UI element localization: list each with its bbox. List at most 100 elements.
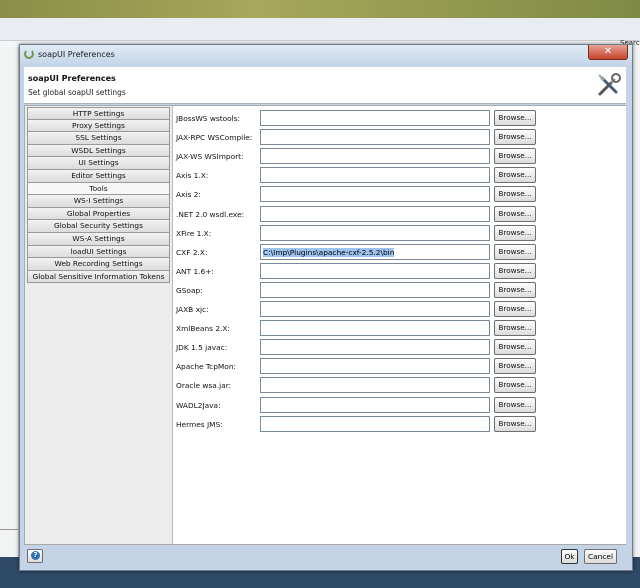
tool-path-input[interactable] [260, 339, 490, 356]
tab-loadui-settings[interactable]: loadUI Settings [27, 245, 170, 259]
tool-row: JAX-RPC WSCompile: Browse... [173, 129, 626, 147]
tool-label: JBossWS wstools: [176, 114, 241, 123]
browse-button[interactable]: Browse... [494, 262, 536, 279]
tool-path-input[interactable] [260, 301, 490, 317]
tool-label: Apache TcpMon: [176, 362, 237, 372]
tool-label: Hermes JMS: [176, 419, 223, 429]
tool-path-input[interactable] [260, 148, 490, 165]
tool-label: Axis 2: [176, 190, 201, 200]
preferences-dialog: soapUI Preferences ✕ soapUI Preferences … [19, 44, 633, 571]
tab-proxy-settings[interactable]: Proxy Settings [27, 119, 170, 133]
browse-button[interactable]: Browse... [494, 415, 536, 432]
tab-ws-i-settings[interactable]: WS-I Settings [27, 195, 170, 208]
tool-row: JBossWS wstools: Browse... [173, 110, 626, 128]
browse-button[interactable]: Browse... [494, 148, 536, 165]
help-icon: ? [31, 551, 40, 560]
tool-label: XmlBeans 2.X: [176, 324, 230, 334]
desktop-background-top [0, 0, 640, 18]
tool-path-input[interactable] [260, 129, 490, 146]
close-button[interactable]: ✕ [588, 45, 628, 60]
tab-tools[interactable]: Tools [27, 182, 170, 196]
tool-row: ANT 1.6+: Browse... [173, 262, 626, 281]
tab-ssl-settings[interactable]: SSL Settings [27, 132, 170, 145]
cancel-button[interactable]: Cancel [584, 549, 617, 564]
browse-button[interactable]: Browse... [494, 320, 536, 337]
tool-row: Apache TcpMon: Browse... [173, 358, 626, 376]
tool-path-input[interactable] [260, 281, 490, 298]
tool-row: Oracle wsa.jar: Browse... [173, 377, 626, 395]
browse-button[interactable]: Browse... [494, 224, 536, 241]
tool-label: Oracle wsa.jar: [176, 381, 232, 391]
tool-row: Hermes JMS: Browse... [173, 415, 626, 434]
background-divider [0, 529, 18, 530]
tool-row: CXF 2.X: C:\Imp\Plugins\apache-cxf-2.5.2\… [173, 243, 626, 262]
dialog-titlebar[interactable]: soapUI Preferences ✕ [20, 45, 632, 65]
soapui-logo-icon [24, 49, 34, 59]
tool-label: JDK 1.5 javac: [176, 343, 228, 353]
browse-button[interactable]: Browse... [494, 129, 536, 146]
tool-path-input[interactable] [260, 205, 490, 222]
browse-button[interactable]: Browse... [494, 281, 536, 298]
tool-row: JDK 1.5 javac: Browse... [173, 339, 626, 357]
browse-button[interactable]: Browse... [494, 167, 536, 184]
tool-label: JAX-RPC WSCompile: [176, 133, 253, 143]
tool-row: XFire 1.X: Browse... [173, 224, 626, 243]
browse-button[interactable]: Browse... [494, 243, 536, 260]
tool-row: JAXB xjc: Browse... [173, 301, 626, 319]
tool-path-input[interactable] [260, 377, 490, 394]
browse-button[interactable]: Browse... [494, 339, 536, 356]
tab-global-sensitive-information-tokens[interactable]: Global Sensitive Information Tokens [27, 270, 170, 284]
dialog-title: soapUI Preferences [38, 50, 115, 59]
tool-label: GSoap: [176, 285, 203, 295]
tab-wsdl-settings[interactable]: WSDL Settings [27, 144, 170, 158]
tool-row: Axis 1.X: Browse... [173, 167, 626, 185]
browse-button[interactable]: Browse... [494, 358, 536, 375]
tab-http-settings[interactable]: HTTP Settings [27, 107, 170, 120]
browse-button[interactable]: Browse... [494, 110, 536, 126]
tool-path-input[interactable] [260, 262, 490, 279]
tools-settings-panel: JBossWS wstools: Browse... JAX-RPC WSCompi… [172, 106, 626, 544]
tab-ui-settings[interactable]: UI Settings [27, 157, 170, 170]
tab-ws-a-settings[interactable]: WS-A Settings [27, 232, 170, 246]
browse-button[interactable]: Browse... [494, 186, 536, 203]
dialog-header: soapUI Preferences Set global soapUI set… [24, 67, 626, 104]
tool-label: XFire 1.X: [176, 228, 212, 238]
tool-label: Axis 1.X: [176, 171, 209, 181]
browse-button[interactable]: Browse... [494, 301, 536, 317]
settings-tab-list: HTTP Settings Proxy Settings SSL Settings W… [25, 107, 172, 284]
tool-path-input[interactable] [260, 186, 490, 203]
tool-path-input[interactable] [260, 358, 490, 375]
tools-icon [598, 73, 621, 96]
tool-row: GSoap: Browse... [173, 281, 626, 300]
browse-button[interactable]: Browse... [494, 396, 536, 413]
tool-path-input[interactable] [260, 320, 490, 337]
tool-label: ANT 1.6+: [176, 266, 214, 276]
tool-path-input[interactable] [260, 396, 490, 413]
tab-editor-settings[interactable]: Editor Settings [27, 169, 170, 183]
background-left-panel [0, 47, 19, 557]
header-title: soapUI Preferences [28, 74, 116, 83]
tool-path-value: C:\Imp\Plugins\apache-cxf-2.5.2\bin [263, 247, 395, 257]
tool-path-input[interactable]: C:\Imp\Plugins\apache-cxf-2.5.2\bin [260, 243, 490, 260]
tab-web-recording-settings[interactable]: Web Recording Settings [27, 258, 170, 271]
tab-global-security-settings[interactable]: Global Security Settings [27, 220, 170, 233]
tool-path-input[interactable] [260, 415, 490, 432]
dialog-content: HTTP Settings Proxy Settings SSL Settings W… [24, 105, 626, 545]
tool-path-input[interactable] [260, 110, 490, 126]
browse-button[interactable]: Browse... [494, 205, 536, 222]
tool-label: JAX-WS WSImport: [176, 152, 244, 162]
header-subtitle: Set global soapUI settings [28, 88, 126, 97]
tool-path-input[interactable] [260, 167, 490, 184]
browser-toolbar [0, 18, 640, 41]
help-button[interactable]: ? [27, 549, 43, 563]
dialog-footer: ? Ok Cancel [24, 547, 626, 567]
tool-label: CXF 2.X: [176, 247, 208, 257]
tool-row: WADL2Java: Browse... [173, 396, 626, 415]
tab-global-properties[interactable]: Global Properties [27, 207, 170, 221]
browse-button[interactable]: Browse... [494, 377, 536, 394]
ok-button[interactable]: Ok [561, 549, 578, 564]
tool-path-input[interactable] [260, 224, 490, 241]
tool-row: Axis 2: Browse... [173, 186, 626, 204]
tool-label: .NET 2.0 wsdl.exe: [176, 209, 245, 219]
tool-row: JAX-WS WSImport: Browse... [173, 148, 626, 166]
